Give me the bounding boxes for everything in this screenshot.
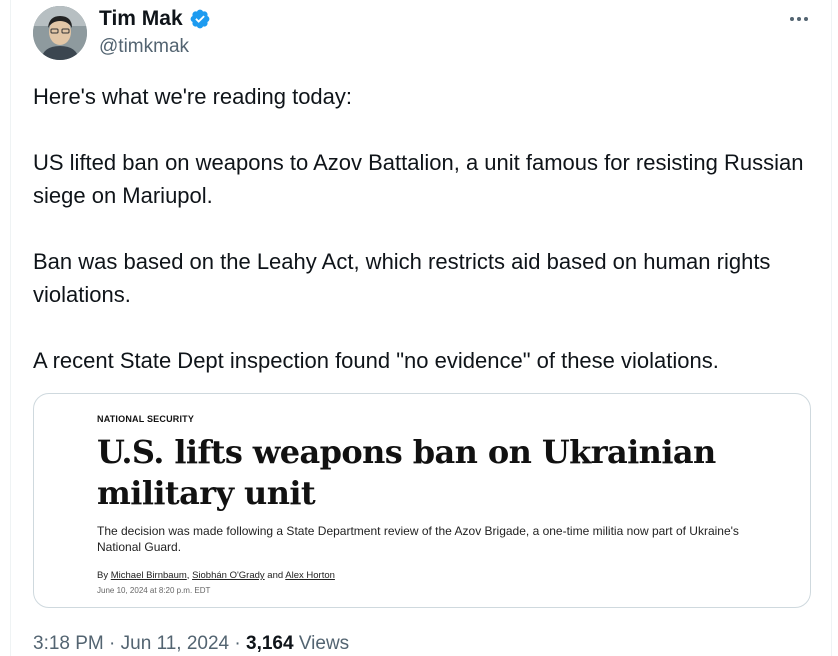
avatar[interactable]	[33, 6, 87, 60]
dot	[797, 17, 801, 21]
tweet-date[interactable]: Jun 11, 2024	[121, 633, 229, 654]
tweet-paragraph: US lifted ban on weapons to Azov Battali…	[33, 150, 804, 208]
meta-separator: ·	[234, 633, 241, 654]
tweet-text: Here's what we're reading today: US lift…	[33, 80, 823, 377]
card-byline: By Michael Birnbaum, Siobhán O'Grady and…	[97, 570, 335, 581]
card-date: June 10, 2024 at 8:20 p.m. EDT	[97, 586, 211, 595]
author-name-row[interactable]: Tim Mak	[99, 6, 211, 32]
avatar-photo-icon	[33, 6, 87, 60]
tweet-time[interactable]: 3:18 PM	[33, 633, 104, 654]
author-handle[interactable]: @timkmak	[99, 35, 189, 59]
more-options-icon[interactable]	[786, 8, 812, 30]
verified-badge-icon	[190, 9, 210, 29]
byline-and: and	[267, 570, 284, 581]
tweet-paragraph: Here's what we're reading today:	[33, 84, 353, 109]
byline-prefix: By	[97, 570, 109, 581]
dot	[790, 17, 794, 21]
views-label: Views	[298, 633, 350, 654]
left-border	[10, 0, 11, 656]
tweet-paragraph: A recent State Dept inspection found "no…	[33, 348, 719, 373]
article-card[interactable]: NATIONAL SECURITY U.S. lifts weapons ban…	[33, 393, 811, 608]
tweet-paragraph: Ban was based on the Leahy Act, which re…	[33, 249, 771, 307]
views-count: 3,164	[246, 633, 294, 654]
card-headline: U.S. lifts weapons ban on Ukrainian mili…	[97, 433, 716, 512]
byline-author[interactable]: Siobhán O'Grady	[192, 570, 265, 581]
card-section-label: NATIONAL SECURITY	[97, 414, 195, 424]
byline-author[interactable]: Michael Birnbaum	[111, 570, 187, 581]
dot	[804, 17, 808, 21]
right-border	[831, 0, 832, 656]
meta-separator: ·	[109, 633, 116, 654]
card-subheadline: The decision was made following a State …	[97, 524, 739, 554]
tweet-meta: 3:18 PM · Jun 11, 2024 · 3,164 Views	[33, 632, 349, 656]
author-display-name[interactable]: Tim Mak	[99, 6, 183, 32]
byline-author[interactable]: Alex Horton	[285, 570, 335, 581]
byline-separator: ,	[186, 570, 190, 581]
